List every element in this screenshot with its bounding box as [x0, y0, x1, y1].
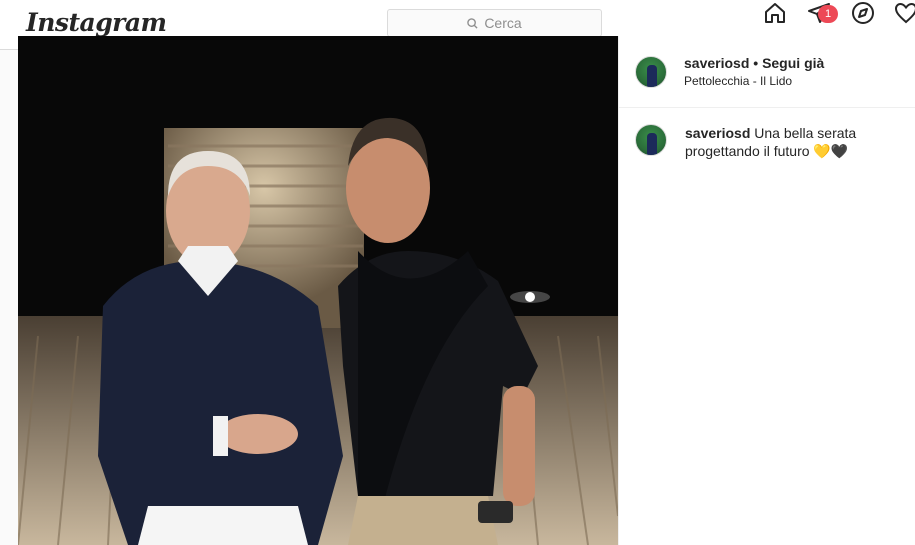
post-photo[interactable] [18, 36, 618, 545]
post-header-info: saveriosd • Segui già Pettolecchia - Il … [684, 55, 824, 88]
heart-icon[interactable] [893, 0, 915, 26]
yellow-heart-emoji: 💛 [813, 143, 831, 159]
caption-comment: saveriosd Una bella serata progettando i… [619, 108, 915, 176]
explore-icon[interactable] [850, 0, 876, 26]
separator: • [749, 55, 763, 71]
search-icon [467, 17, 478, 29]
follow-status-button[interactable]: Segui già [762, 55, 824, 71]
search-placeholder: Cerca [484, 15, 522, 31]
caption-text-block: saveriosd Una bella serata progettando i… [685, 124, 885, 160]
instagram-logo[interactable]: Instagram [26, 8, 167, 37]
location-link[interactable]: Pettolecchia - Il Lido [684, 74, 824, 88]
caption-avatar[interactable] [635, 124, 667, 156]
post-modal: saveriosd • Segui già Pettolecchia - Il … [18, 36, 915, 545]
post-header-title: saveriosd • Segui già [684, 55, 824, 71]
notification-badge: 1 [818, 5, 838, 23]
post-photo-image [18, 36, 618, 545]
username-link[interactable]: saveriosd [684, 55, 749, 71]
post-header: saveriosd • Segui già Pettolecchia - Il … [619, 36, 915, 108]
home-icon[interactable] [762, 0, 788, 26]
post-sidebar: saveriosd • Segui già Pettolecchia - Il … [618, 36, 915, 545]
black-heart-emoji: 🖤 [830, 143, 849, 159]
avatar[interactable] [635, 55, 667, 88]
caption-username[interactable]: saveriosd [685, 125, 750, 141]
search-input[interactable]: Cerca [387, 9, 602, 37]
